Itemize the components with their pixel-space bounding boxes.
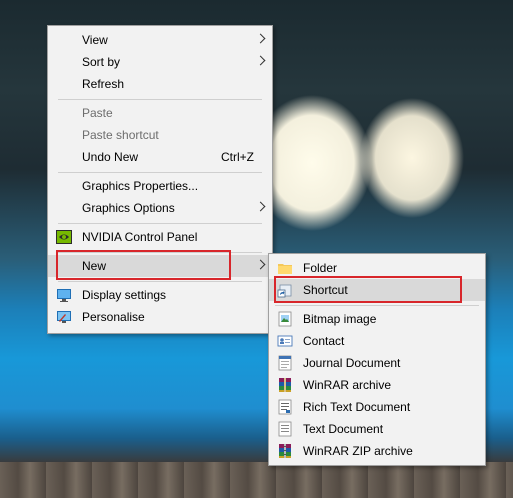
desktop-wood-deck [0, 462, 513, 498]
menu-separator [58, 99, 262, 100]
chevron-right-icon [255, 55, 266, 66]
submenu-item-label: Contact [303, 334, 345, 348]
menu-item-graphics-options[interactable]: Graphics Options [48, 197, 272, 219]
menu-item-label: Display settings [82, 288, 167, 302]
nvidia-icon [56, 230, 72, 244]
submenu-item-label: Journal Document [303, 356, 401, 370]
chevron-right-icon [255, 201, 266, 212]
menu-item-label: View [82, 33, 108, 47]
submenu-item-contact[interactable]: Contact [269, 330, 485, 352]
menu-item-graphics-properties[interactable]: Graphics Properties... [48, 175, 272, 197]
menu-separator [58, 281, 262, 282]
menu-item-label: Paste shortcut [82, 128, 159, 142]
menu-separator [275, 305, 479, 306]
submenu-item-rich-text-document[interactable]: Rich Text Document [269, 396, 485, 418]
submenu-item-label: Folder [303, 261, 338, 275]
personalise-icon [57, 311, 71, 323]
menu-item-label: Sort by [82, 55, 121, 69]
menu-item-label: NVIDIA Control Panel [82, 230, 198, 244]
chevron-right-icon [255, 259, 266, 270]
contact-icon [277, 335, 293, 347]
new-submenu: Folder Shortcut Bitmap image Contact Jou… [268, 253, 486, 466]
text-document-icon [278, 421, 292, 437]
menu-item-label: Graphics Properties... [82, 179, 199, 193]
journal-icon [278, 355, 292, 371]
menu-item-display-settings[interactable]: Display settings [48, 284, 272, 306]
desktop-context-menu: View Sort by Refresh Paste Paste shortcu… [47, 25, 273, 334]
menu-item-view[interactable]: View [48, 29, 272, 51]
menu-separator [58, 223, 262, 224]
submenu-item-label: WinRAR ZIP archive [303, 444, 413, 458]
bitmap-icon [278, 311, 292, 327]
menu-item-personalise[interactable]: Personalise [48, 306, 272, 328]
submenu-item-label: Rich Text Document [303, 400, 411, 414]
menu-item-new[interactable]: New [48, 255, 272, 277]
submenu-item-folder[interactable]: Folder [269, 257, 485, 279]
menu-item-label: Refresh [82, 77, 125, 91]
menu-item-label: Graphics Options [82, 201, 175, 215]
menu-item-nvidia-control-panel[interactable]: NVIDIA Control Panel [48, 226, 272, 248]
rtf-icon [278, 399, 292, 415]
menu-item-label: Paste [82, 106, 113, 120]
menu-item-refresh[interactable]: Refresh [48, 73, 272, 95]
submenu-item-text-document[interactable]: Text Document [269, 418, 485, 440]
chevron-right-icon [255, 33, 266, 44]
menu-item-paste-shortcut: Paste shortcut [48, 124, 272, 146]
submenu-item-winrar-zip-archive[interactable]: WinRAR ZIP archive [269, 440, 485, 462]
submenu-item-label: Bitmap image [303, 312, 377, 326]
menu-item-label: Undo New [82, 150, 139, 164]
submenu-item-shortcut[interactable]: Shortcut [269, 279, 485, 301]
menu-item-label: New [82, 259, 107, 273]
submenu-item-journal-document[interactable]: Journal Document [269, 352, 485, 374]
menu-item-undo-new[interactable]: Undo New Ctrl+Z [48, 146, 272, 168]
winrar-zip-icon [279, 444, 291, 458]
menu-item-paste: Paste [48, 102, 272, 124]
menu-separator [58, 252, 262, 253]
folder-icon [278, 264, 292, 274]
shortcut-hint: Ctrl+Z [221, 150, 254, 164]
shortcut-icon [277, 284, 292, 298]
submenu-item-label: WinRAR archive [303, 378, 392, 392]
submenu-item-label: Text Document [303, 422, 384, 436]
menu-separator [58, 172, 262, 173]
submenu-item-label: Shortcut [303, 283, 348, 297]
menu-item-label: Personalise [82, 310, 145, 324]
menu-item-sort-by[interactable]: Sort by [48, 51, 272, 73]
winrar-icon [279, 378, 291, 392]
submenu-item-bitmap-image[interactable]: Bitmap image [269, 308, 485, 330]
display-icon [57, 289, 71, 302]
submenu-item-winrar-archive[interactable]: WinRAR archive [269, 374, 485, 396]
